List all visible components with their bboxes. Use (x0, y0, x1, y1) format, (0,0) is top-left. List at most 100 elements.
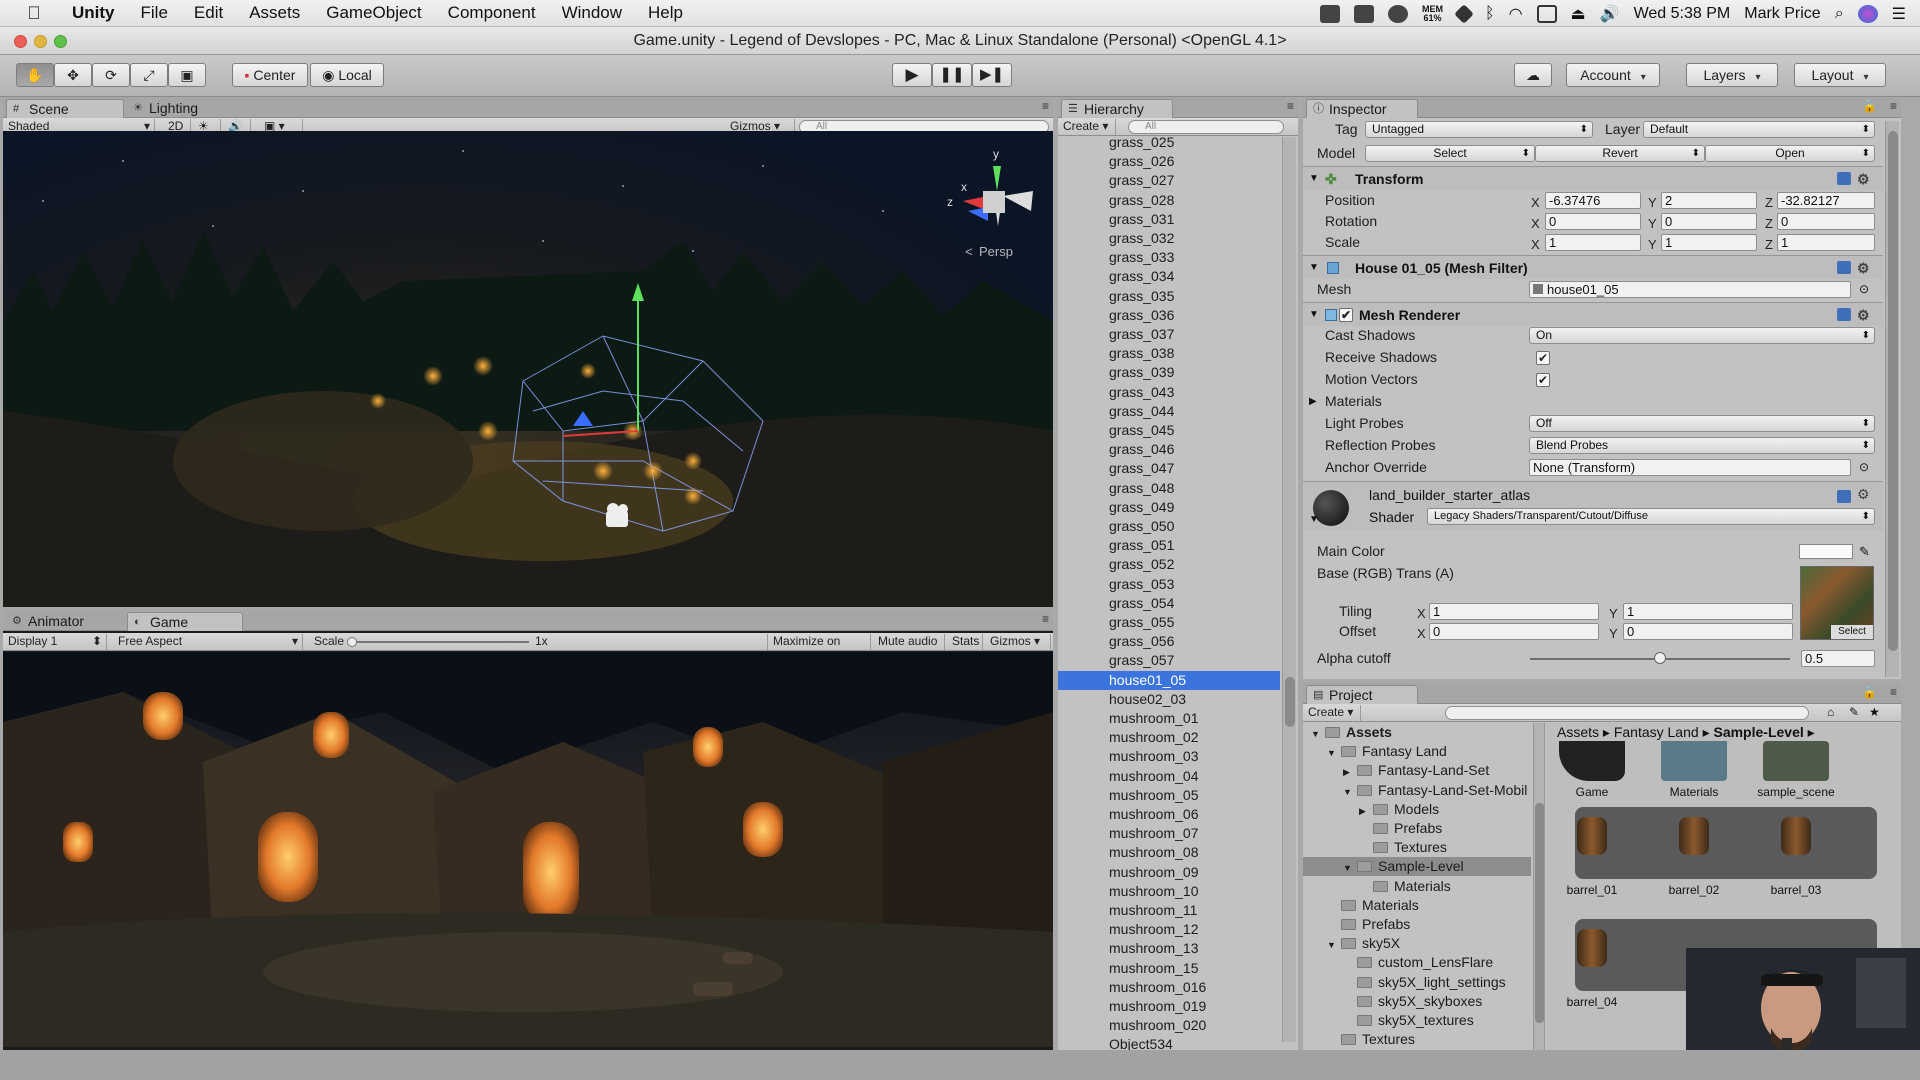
rotation-z-field[interactable]: 0 (1777, 213, 1875, 230)
lock-icon[interactable]: 🔒 (1862, 99, 1877, 113)
project-tree-item[interactable]: ▼ Fantasy-Land-Set-Mobil (1303, 781, 1531, 800)
project-tree-item[interactable]: ▼ Sample-Level (1303, 857, 1531, 877)
filter-by-type-icon[interactable]: ⌂ (1827, 705, 1834, 719)
scale-x-field[interactable]: 1 (1545, 234, 1641, 251)
stats-toggle[interactable]: Stats (947, 634, 983, 650)
hierarchy-row[interactable]: grass_050 (1058, 517, 1280, 536)
step-button[interactable]: ▶❚ (972, 63, 1012, 87)
hierarchy-row[interactable]: Object534 (1058, 1035, 1280, 1050)
tiling-y-field[interactable]: 1 (1623, 603, 1793, 620)
hierarchy-row[interactable]: mushroom_08 (1058, 843, 1280, 862)
tab-lighting[interactable]: ☀ Lighting (127, 99, 227, 118)
gear-icon[interactable]: ⚙ (1857, 486, 1870, 503)
menu-assets[interactable]: Assets (249, 3, 300, 23)
hierarchy-row[interactable]: mushroom_019 (1058, 997, 1280, 1016)
anchor-override-field[interactable]: None (Transform) (1529, 459, 1851, 476)
panel-menu-icon[interactable]: ≡ (1042, 612, 1049, 626)
panel-menu-icon[interactable]: ≡ (1890, 685, 1897, 699)
offset-x-field[interactable]: 0 (1429, 623, 1599, 640)
camera-record-icon[interactable] (1353, 4, 1374, 23)
menu-gameobject[interactable]: GameObject (326, 3, 421, 23)
asset-barrel-03[interactable]: barrel_03 (1751, 817, 1841, 897)
offset-y-field[interactable]: 0 (1623, 623, 1793, 640)
mesh-renderer-enabled-checkbox[interactable]: ✔ (1339, 308, 1353, 322)
project-tree-item[interactable]: ▼ sky5X (1303, 934, 1531, 953)
hierarchy-row[interactable]: grass_047 (1058, 459, 1280, 478)
project-tree-item[interactable]: sky5X_textures (1303, 1011, 1531, 1030)
scale-slider-thumb[interactable] (347, 637, 357, 647)
tree-arrow-icon[interactable]: ▼ (1327, 936, 1341, 955)
tree-arrow-icon[interactable]: ▼ (1343, 783, 1357, 802)
project-tree-item[interactable]: Prefabs (1303, 819, 1531, 838)
hierarchy-row[interactable]: grass_055 (1058, 613, 1280, 632)
menu-help[interactable]: Help (648, 3, 683, 23)
project-tree-item[interactable]: Textures (1303, 838, 1531, 857)
project-tree-item[interactable]: sky5X_skyboxes (1303, 992, 1531, 1011)
materials-row[interactable]: ▶ Materials (1303, 391, 1883, 412)
project-tree-item[interactable]: Materials (1303, 896, 1531, 915)
scale-slider[interactable]: Scale 1x (309, 634, 553, 650)
alpha-cutoff-field[interactable]: 0.5 (1801, 650, 1875, 667)
project-tree-item[interactable]: Prefabs (1303, 915, 1531, 934)
hierarchy-row[interactable]: grass_036 (1058, 306, 1280, 325)
asset-game[interactable]: Game (1547, 741, 1637, 799)
clock-text[interactable]: Wed 5:38 PM (1634, 5, 1731, 23)
hierarchy-row[interactable]: grass_051 (1058, 536, 1280, 555)
hierarchy-row[interactable]: grass_057 (1058, 651, 1280, 670)
tree-arrow-icon[interactable]: ▶ (1359, 802, 1373, 821)
reflection-probes-dropdown[interactable]: Blend Probes (1529, 437, 1875, 454)
hierarchy-row[interactable]: grass_045 (1058, 421, 1280, 440)
hierarchy-search-input[interactable]: All (1128, 120, 1284, 134)
project-tree-item[interactable]: sky5X_light_settings (1303, 973, 1531, 992)
hierarchy-row[interactable]: grass_056 (1058, 632, 1280, 651)
hierarchy-row[interactable]: mushroom_12 (1058, 920, 1280, 939)
hierarchy-row[interactable]: mushroom_02 (1058, 728, 1280, 747)
airplay-icon[interactable] (1536, 4, 1557, 23)
hierarchy-row[interactable]: house01_05 (1058, 670, 1280, 690)
tiling-x-field[interactable]: 1 (1429, 603, 1599, 620)
game-viewport[interactable] (3, 652, 1053, 1047)
panel-menu-icon[interactable]: ≡ (1890, 99, 1897, 113)
spotlight-search-icon[interactable]: ⌕ (1835, 5, 1844, 23)
object-picker-icon[interactable]: ⊙ (1859, 279, 1869, 300)
hierarchy-row[interactable]: grass_039 (1058, 363, 1280, 382)
pause-button[interactable]: ❚❚ (932, 63, 972, 87)
tab-game[interactable]: ◐ Game (127, 612, 243, 631)
zoom-window-button[interactable] (54, 35, 67, 48)
hierarchy-row[interactable]: grass_044 (1058, 402, 1280, 421)
volume-icon[interactable]: 🔊 (1600, 4, 1620, 24)
position-y-field[interactable]: 2 (1661, 192, 1757, 209)
bluetooth-icon[interactable]: ᛒ (1485, 5, 1495, 23)
tab-hierarchy[interactable]: ☰ Hierarchy (1061, 99, 1173, 118)
favorite-star-icon[interactable]: ★ (1869, 705, 1880, 719)
scale-z-field[interactable]: 1 (1777, 234, 1875, 251)
project-tree-item[interactable]: ▶ Fantasy-Land-Set (1303, 761, 1531, 780)
inspector-scrollbar[interactable] (1885, 121, 1899, 677)
hierarchy-row[interactable]: mushroom_15 (1058, 959, 1280, 978)
maximize-on-play-toggle[interactable]: Maximize on Play (767, 634, 871, 663)
object-picker-icon[interactable]: ⊙ (1859, 457, 1869, 478)
inspector-scroll-thumb[interactable] (1888, 131, 1898, 651)
light-probes-dropdown[interactable]: Off (1529, 415, 1875, 432)
hierarchy-row[interactable]: grass_054 (1058, 594, 1280, 613)
model-revert-button[interactable]: Revert (1535, 145, 1705, 162)
rotate-tool-button[interactable]: ⟳ (92, 63, 130, 87)
tree-arrow-icon[interactable]: ▶ (1343, 763, 1357, 782)
model-select-button[interactable]: Select (1365, 145, 1535, 162)
display-dropdown[interactable]: Display 1 ⬍ (3, 634, 107, 650)
tree-arrow-icon[interactable]: ▼ (1311, 725, 1325, 744)
hierarchy-row[interactable]: house02_03 (1058, 690, 1280, 709)
notification-center-icon[interactable]: ☰ (1892, 4, 1906, 24)
hierarchy-scrollbar[interactable] (1282, 137, 1296, 1042)
tree-arrow-icon[interactable]: ▼ (1327, 744, 1341, 763)
gear-icon[interactable]: ⚙ (1857, 167, 1870, 191)
project-tree-scroll-thumb[interactable] (1535, 803, 1544, 1023)
hierarchy-row[interactable]: mushroom_07 (1058, 824, 1280, 843)
mesh-object-field[interactable]: house01_05 (1529, 281, 1851, 298)
game-gizmos-dropdown[interactable]: Gizmos ▾ (985, 634, 1051, 650)
layers-dropdown[interactable]: Layers (1686, 63, 1778, 87)
rotation-y-field[interactable]: 0 (1661, 213, 1757, 230)
collapse-arrow-icon[interactable]: ▼ (1309, 514, 1319, 525)
receive-shadows-checkbox[interactable]: ✔ (1536, 351, 1550, 365)
asset-barrel-02[interactable]: barrel_02 (1649, 817, 1739, 897)
